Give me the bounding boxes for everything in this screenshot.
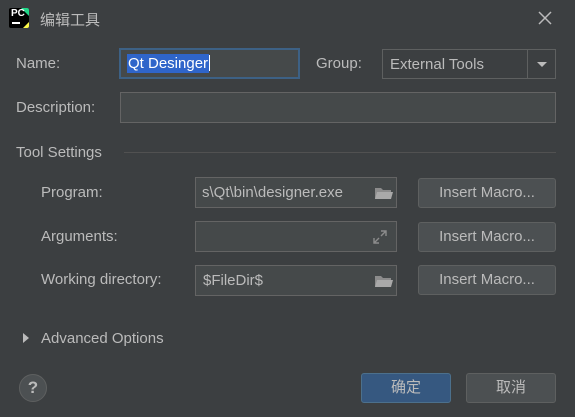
- folder-icon: [375, 276, 393, 287]
- program-input-value: s\Qt\bin\designer.exe: [202, 184, 343, 201]
- dropdown-arrow-button[interactable]: [527, 50, 555, 78]
- expand-triangle-icon[interactable]: [23, 333, 29, 343]
- group-dropdown[interactable]: External Tools: [382, 49, 556, 79]
- browse-folder-button[interactable]: [370, 178, 396, 207]
- group-dropdown-value: External Tools: [390, 56, 484, 73]
- folder-icon: [375, 188, 393, 199]
- arguments-label: Arguments:: [41, 228, 118, 245]
- expand-icon: [373, 230, 387, 244]
- name-label: Name:: [16, 55, 61, 72]
- description-label: Description:: [16, 99, 96, 116]
- ok-button[interactable]: 确定: [361, 373, 451, 403]
- title-bar: PC 编辑工具: [0, 0, 575, 36]
- description-input[interactable]: [120, 92, 556, 123]
- expand-field-button[interactable]: [372, 229, 390, 245]
- edit-tool-dialog: PC 编辑工具 Name: Qt Desinger Group: Externa…: [0, 0, 575, 417]
- section-divider: [124, 152, 556, 153]
- working-directory-value: $FileDir$: [203, 272, 264, 289]
- tool-settings-heading: Tool Settings: [16, 144, 102, 161]
- text-caret: [209, 55, 211, 71]
- pycharm-app-icon: PC: [9, 8, 29, 28]
- program-label: Program:: [41, 184, 103, 201]
- program-input[interactable]: s\Qt\bin\designer.exe: [195, 177, 397, 208]
- name-input-value: Qt Desinger: [127, 54, 210, 73]
- advanced-options-toggle[interactable]: Advanced Options: [41, 330, 164, 347]
- working-directory-label: Working directory:: [41, 271, 162, 288]
- group-label: Group:: [316, 55, 362, 72]
- chevron-down-icon: [537, 62, 547, 67]
- close-icon: [538, 11, 552, 25]
- program-insert-macro-button[interactable]: Insert Macro...: [418, 178, 556, 208]
- working-directory-input[interactable]: $FileDir$: [195, 265, 397, 296]
- arguments-insert-macro-button[interactable]: Insert Macro...: [418, 222, 556, 252]
- cancel-button[interactable]: 取消: [466, 373, 556, 403]
- close-button[interactable]: [533, 6, 557, 30]
- help-button[interactable]: ?: [19, 374, 47, 402]
- browse-folder-button[interactable]: [370, 266, 396, 295]
- name-input[interactable]: Qt Desinger: [119, 48, 300, 79]
- working-directory-insert-macro-button[interactable]: Insert Macro...: [418, 265, 556, 295]
- arguments-input[interactable]: [195, 221, 397, 252]
- dialog-title: 编辑工具: [40, 12, 101, 29]
